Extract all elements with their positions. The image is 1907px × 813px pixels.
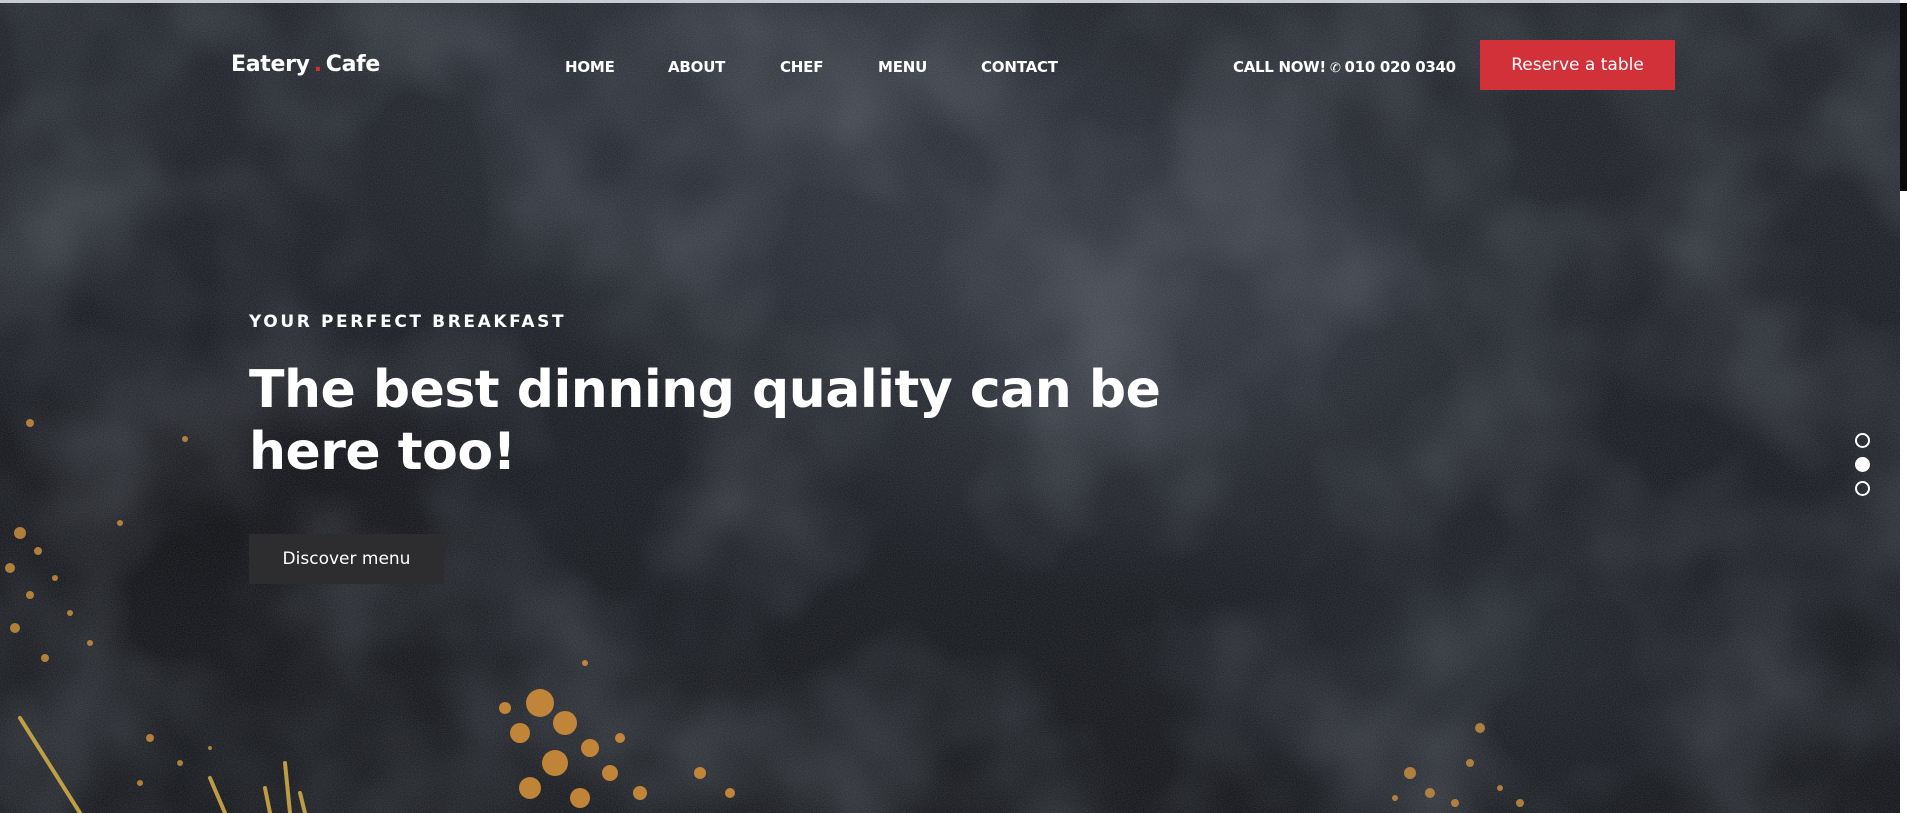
slider-dots	[1855, 433, 1870, 505]
call-now-number: 010 020 0340	[1344, 58, 1457, 76]
hero-eyebrow: YOUR PERFECT BREAKFAST	[249, 312, 567, 332]
reserve-table-button[interactable]: Reserve a table	[1480, 40, 1675, 90]
slider-dot-2[interactable]	[1855, 457, 1870, 472]
logo-dot: .	[313, 52, 322, 77]
nav-item-chef[interactable]: CHEF	[780, 58, 823, 76]
nav-item-contact[interactable]: CONTACT	[981, 58, 1058, 76]
logo-text-left: Eatery	[231, 52, 310, 77]
hero-headline-line1: The best dinning quality can be	[249, 360, 1161, 420]
hero-headline-line2: here too!	[249, 422, 516, 482]
slider-dot-1[interactable]	[1855, 433, 1870, 448]
slider-dot-3[interactable]	[1855, 481, 1870, 496]
nav-item-about[interactable]: ABOUT	[668, 58, 725, 76]
site-logo[interactable]: Eatery. Cafe	[231, 52, 380, 77]
page-scrollbar-thumb[interactable]	[1900, 3, 1907, 191]
nav-item-home[interactable]: HOME	[565, 58, 615, 76]
call-now[interactable]: CALL NOW! ✆ 010 020 0340	[1233, 58, 1456, 76]
discover-menu-button[interactable]: Discover menu	[249, 534, 444, 584]
nav-item-menu[interactable]: MENU	[878, 58, 927, 76]
call-now-label: CALL NOW!	[1233, 58, 1326, 76]
logo-text-right: Cafe	[325, 52, 381, 77]
hero-headline: The best dinning quality can be here too…	[249, 359, 1209, 483]
phone-icon: ✆	[1329, 61, 1341, 76]
hero-section: Eatery. Cafe HOME ABOUT CHEF MENU CONTACT…	[0, 3, 1900, 813]
